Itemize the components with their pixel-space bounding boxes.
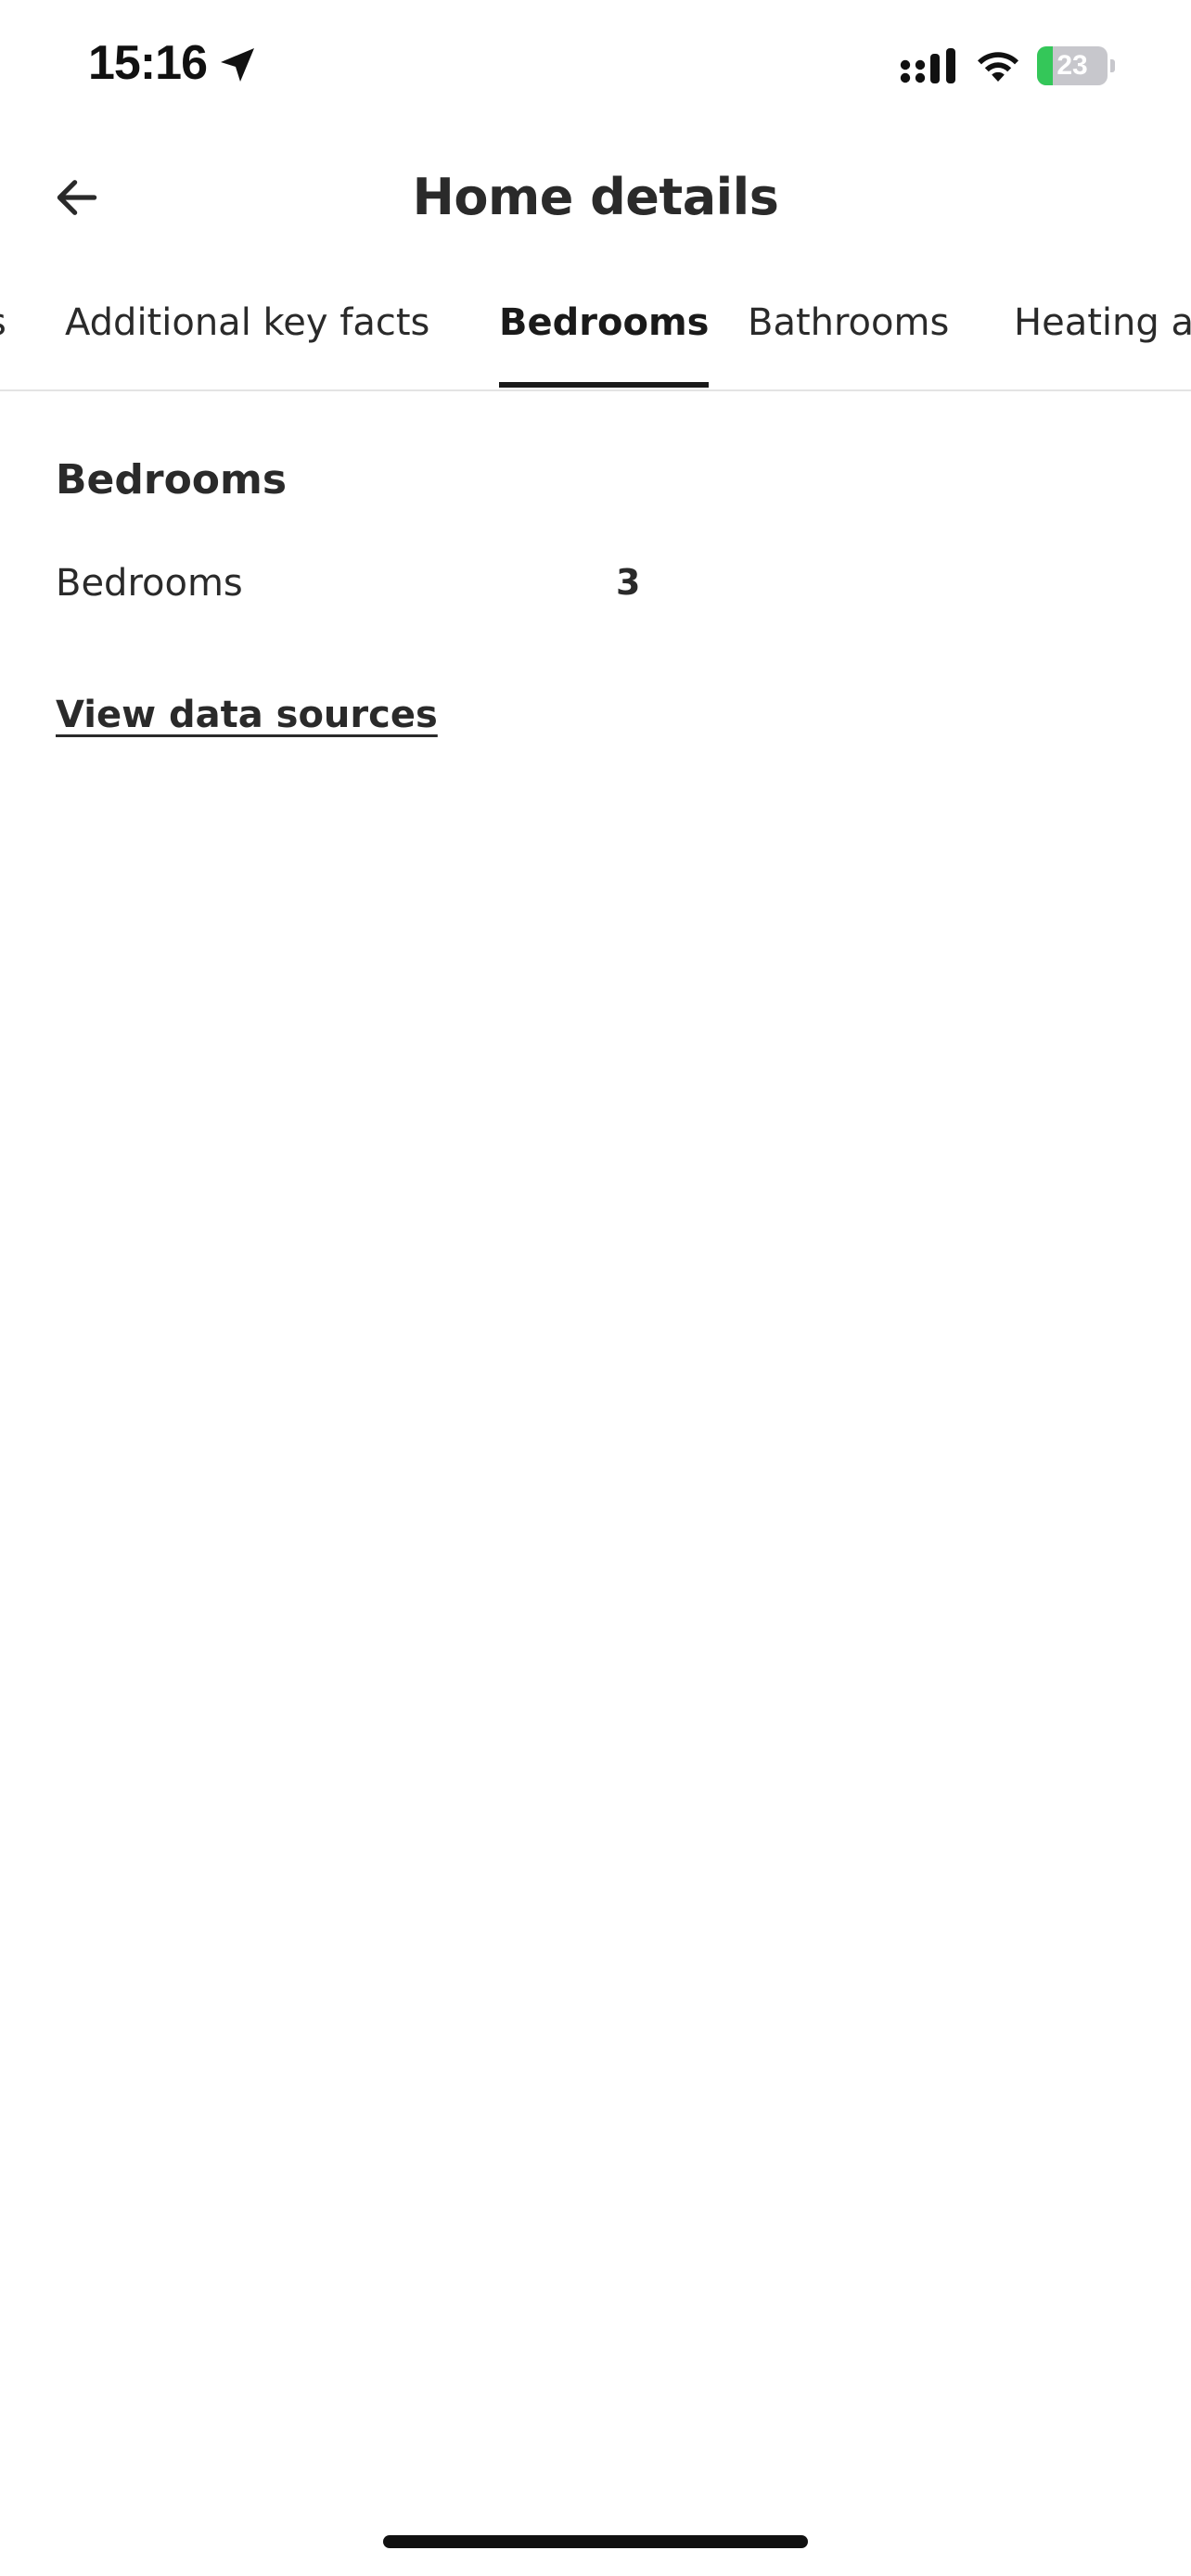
page-title: Home details [412, 168, 779, 226]
battery-tip [1110, 59, 1115, 72]
home-details-screen: 15:16 23 Home details Additional key fac… [0, 0, 1191, 2576]
fact-row: Bedrooms 3 [56, 562, 705, 618]
tab-previous[interactable]: s [0, 269, 6, 388]
status-time: 15:16 [88, 36, 208, 90]
battery-level: 23 [1057, 50, 1088, 81]
battery-charging-icon: 23 [1037, 46, 1115, 85]
home-indicator[interactable] [383, 2535, 808, 2548]
tab-bedrooms[interactable]: Bedrooms [499, 269, 710, 388]
wifi-icon [978, 52, 1018, 82]
tab-bathrooms[interactable]: Bathrooms [748, 269, 949, 388]
tab-bar: s Additional key facts Bedrooms Bathroom… [0, 269, 1191, 391]
header: Home details [0, 130, 1191, 250]
fact-label: Bedrooms [56, 562, 243, 605]
cellular-signal-icon [900, 48, 955, 83]
section-heading: Bedrooms [56, 456, 288, 504]
battery-body: 23 [1037, 46, 1108, 85]
location-arrow-icon [221, 48, 254, 82]
tab-heating[interactable]: Heating a [1014, 269, 1191, 388]
view-data-sources-link[interactable]: View data sources [56, 694, 438, 736]
fact-value: 3 [616, 562, 641, 603]
tab-additional-key-facts[interactable]: Additional key facts [65, 269, 429, 388]
status-bar: 15:16 23 [0, 0, 1191, 130]
